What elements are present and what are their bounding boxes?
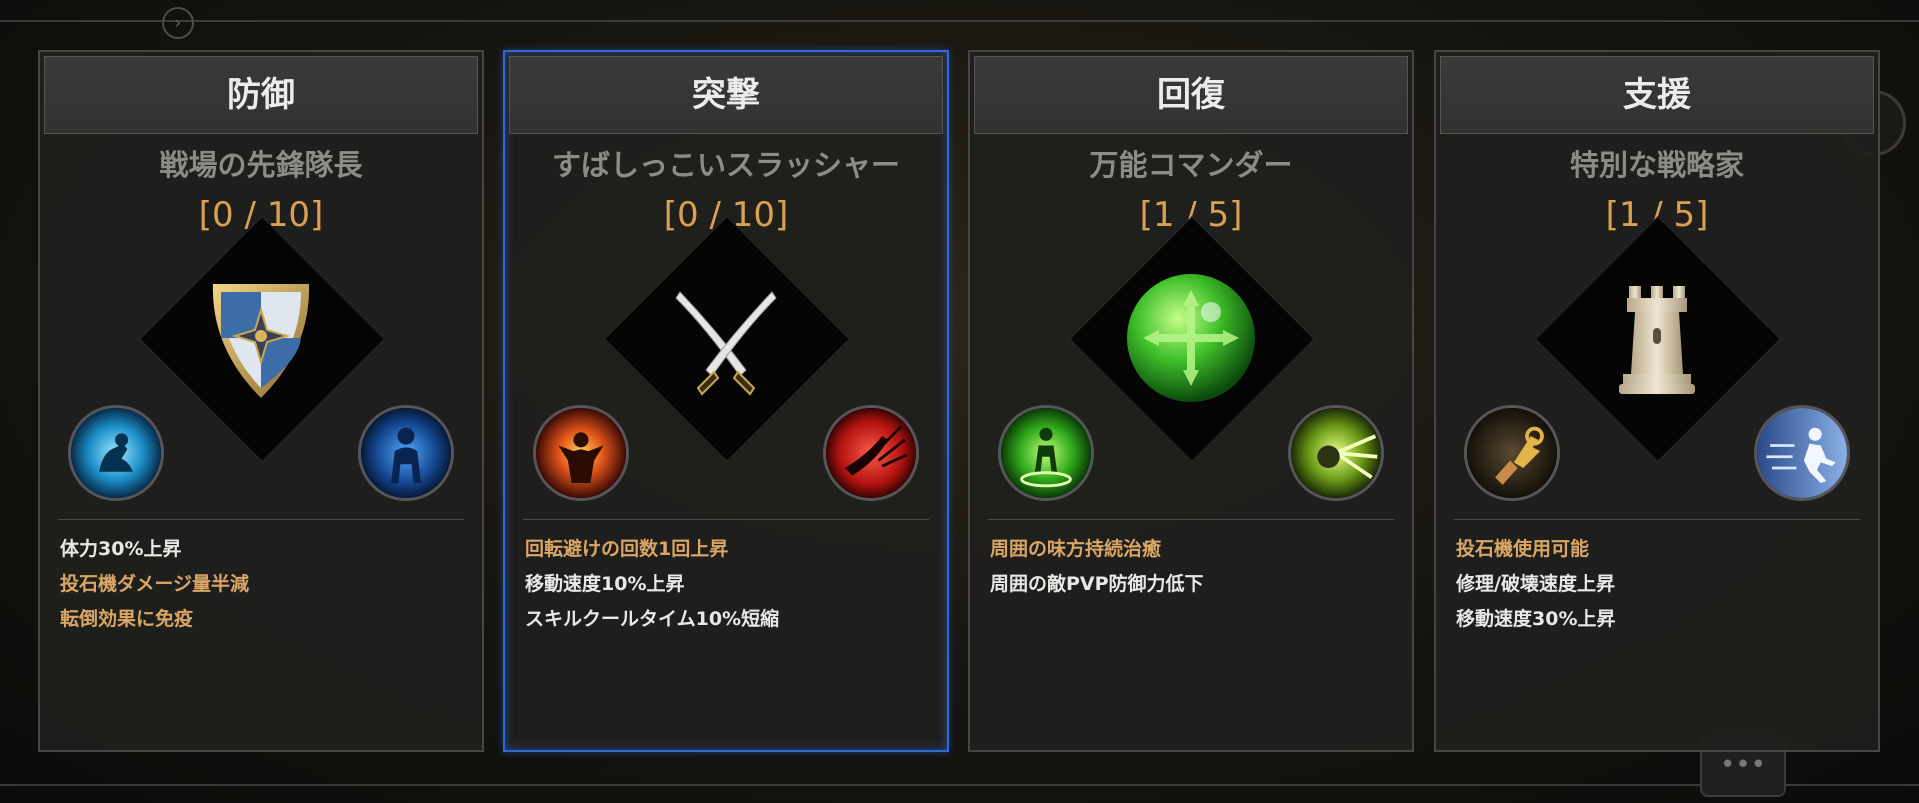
effect-item: 投石機ダメージ量半減 <box>60 573 250 595</box>
effect-item: 移動速度10%上昇 <box>525 573 685 595</box>
card-subtitle: すばしっこいスラッシャー <box>551 148 900 182</box>
class-card-assault[interactable]: 突撃 すばしっこいスラッシャー [0 / 10] 回転避けの回数1回上昇 移動速… <box>503 50 949 752</box>
blue-aura-figure-skill-icon[interactable] <box>358 405 454 501</box>
effect-item: 回転避けの回数1回上昇 <box>525 538 729 560</box>
section-divider <box>988 519 1394 520</box>
sprint-runner-skill-icon[interactable] <box>1754 405 1850 501</box>
effect-item: 周囲の味方持続治癒 <box>990 538 1162 560</box>
top-divider-line <box>0 20 1919 22</box>
bottom-divider-line <box>0 784 1919 786</box>
effect-item: スキルクールタイム10%短縮 <box>525 608 780 630</box>
section-divider <box>1454 519 1860 520</box>
card-title: 回復 <box>974 56 1408 134</box>
class-card-support[interactable]: 支援 特別な戦略家 [1 / 5] 投石機使用可能 修理/破壊速度上昇 <box>1434 50 1880 752</box>
effect-item: 転倒効果に免疫 <box>60 608 194 630</box>
fire-warrior-skill-icon[interactable] <box>533 405 629 501</box>
card-title: 突撃 <box>509 56 943 134</box>
card-subtitle: 戦場の先鋒隊長 <box>159 148 363 182</box>
effect-list: 回転避けの回数1回上昇 移動速度10%上昇 スキルクールタイム10%短縮 <box>525 532 937 637</box>
shield-icon <box>212 284 310 398</box>
effect-item: 修理/破壊速度上昇 <box>1456 573 1615 595</box>
red-slash-skill-icon[interactable] <box>823 405 919 501</box>
section-divider <box>58 519 464 520</box>
circled-arrow-icon[interactable]: › <box>162 7 194 39</box>
effect-item: 体力30%上昇 <box>60 538 182 560</box>
effect-list: 周囲の味方持続治癒 周囲の敵PVP防御力低下 <box>990 532 1402 602</box>
effect-list: 体力30%上昇 投石機ダメージ量半減 転倒効果に免疫 <box>60 532 472 637</box>
green-heal-figure-skill-icon[interactable] <box>998 405 1094 501</box>
section-divider <box>523 519 929 520</box>
class-card-defense[interactable]: 防御 戦場の先鋒隊長 [0 / 10] 体力30%上昇 投石機ダメージ量 <box>38 50 484 752</box>
effect-item: 移動速度30%上昇 <box>1456 608 1616 630</box>
effect-item: 周囲の敵PVP防御力低下 <box>990 573 1204 595</box>
card-subtitle: 特別な戦略家 <box>1569 148 1744 182</box>
class-card-recovery[interactable]: 回復 万能コマンダー [1 / 5] 周囲の味方持続治癒 周囲の敵PVP防御力低… <box>968 50 1414 752</box>
wrench-hand-skill-icon[interactable] <box>1464 405 1560 501</box>
crossed-blades-icon <box>675 291 777 396</box>
effect-item: 投石機使用可能 <box>1456 538 1590 560</box>
rook-tower-icon <box>1619 286 1695 394</box>
green-burst-skill-icon[interactable] <box>1288 405 1384 501</box>
green-orb-cross-icon <box>1127 274 1255 402</box>
card-title: 防御 <box>44 56 478 134</box>
blue-crouch-skill-icon[interactable] <box>68 405 164 501</box>
card-subtitle: 万能コマンダー <box>1089 148 1293 182</box>
effect-list: 投石機使用可能 修理/破壊速度上昇 移動速度30%上昇 <box>1456 532 1868 637</box>
card-title: 支援 <box>1440 56 1874 134</box>
